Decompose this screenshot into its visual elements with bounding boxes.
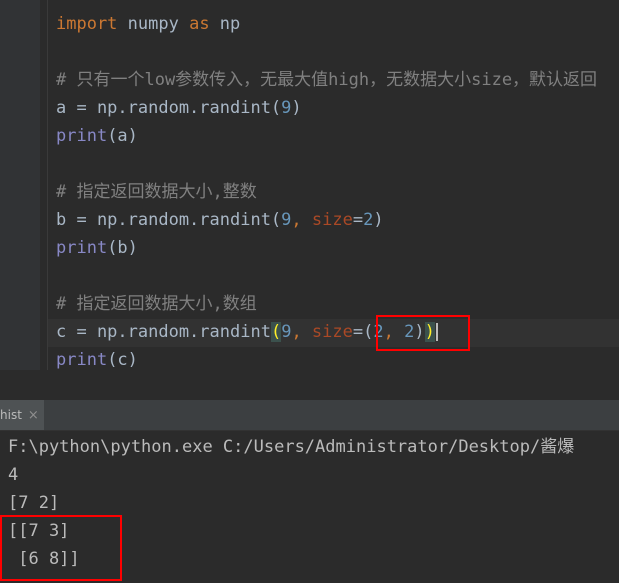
code-token: 2 [363,210,374,230]
run-tab-hist[interactable]: hist × [0,400,44,430]
code-token: (c) [107,350,138,370]
code-token: print [56,350,108,370]
code-token: size [311,322,353,342]
code-line[interactable]: a = np.random.randint(9) [56,96,302,120]
code-line[interactable]: print(a) [56,124,138,148]
fold-guide [47,0,48,370]
code-token: size [311,210,353,230]
close-icon[interactable]: × [28,408,39,423]
annotation-box-array-output [0,515,122,581]
code-line[interactable]: import numpy as np [56,12,240,36]
code-token: a = np.random.randint( [56,98,282,118]
code-token: ) [373,210,384,230]
code-token: as [189,14,210,34]
code-token: print [56,126,108,146]
code-line[interactable]: # 指定返回数据大小,数组 [56,292,257,316]
code-line[interactable]: # 指定返回数据大小,整数 [56,180,257,204]
run-tab-label: hist [0,408,22,422]
code-token: print [56,238,108,258]
console-line: F:\python\python.exe C:/Users/Administra… [8,437,575,457]
code-token: c = np.random.randint [56,322,271,342]
code-token: ( [270,322,282,342]
code-token: # 指定返回数据大小,数组 [56,294,257,314]
code-token: (b) [107,238,138,258]
code-token: numpy [117,14,190,34]
code-line[interactable]: # 只有一个low参数传入，无最大值high，无数据大小size，默认返回 [56,68,597,92]
code-token: # 只有一个low参数传入，无最大值high，无数据大小size，默认返回 [56,70,598,90]
code-token: 9 [281,98,292,118]
panel-separator [0,370,619,400]
code-line[interactable]: print(c) [56,348,138,370]
code-token: 9 [281,210,292,230]
code-token: =( [352,322,374,342]
code-token: # 指定返回数据大小,整数 [56,182,257,202]
run-console[interactable]: F:\python\python.exe C:/Users/Administra… [0,431,619,583]
code-token: , [291,210,312,230]
code-line[interactable]: b = np.random.randint(9, size=2) [56,208,384,232]
run-tool-window-tabbar: hist × [0,400,619,431]
code-token: import [56,14,118,34]
code-line[interactable]: print(b) [56,236,138,260]
code-token: , [291,322,312,342]
code-token: b = np.random.randint( [56,210,282,230]
editor-gutter[interactable] [0,0,40,370]
code-token: ) [291,98,302,118]
console-line: 4 [8,465,19,485]
console-line: [7 2] [8,493,60,513]
code-token: np [209,14,241,34]
code-token: = [352,210,364,230]
code-token: (a) [107,126,138,146]
code-token: 9 [281,322,292,342]
code-editor[interactable]: import numpy as np # 只有一个low参数传入，无最大值high… [0,0,619,370]
annotation-box-size-arg [376,315,470,351]
